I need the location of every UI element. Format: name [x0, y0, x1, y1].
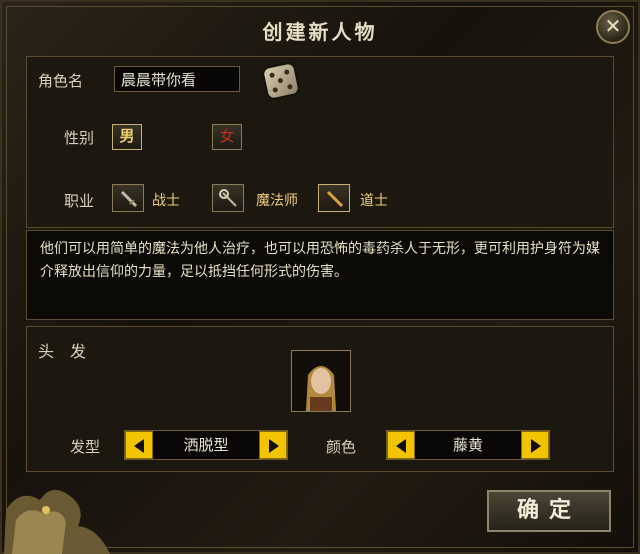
hair-color-selector: 藤黄 [386, 430, 550, 460]
dragon-ornament-icon [4, 489, 110, 554]
close-button[interactable]: ✕ [596, 10, 630, 44]
dialog-title: 创建新人物 [262, 20, 378, 44]
class-taoist-button[interactable] [318, 184, 350, 212]
hair-color-value: 藤黄 [452, 436, 483, 454]
hair-color-prev-arrow-icon[interactable] [387, 431, 415, 459]
class-label: 职业 [64, 192, 95, 210]
gender-label: 性别 [64, 129, 95, 147]
confirm-button[interactable]: 确定 [487, 490, 611, 532]
hairstyle-value: 洒脱型 [183, 436, 229, 454]
class-mage-label: 魔法师 [256, 193, 298, 209]
hair-section-label: 头 发 [38, 342, 87, 361]
class-taoist-label: 道士 [360, 193, 388, 209]
hair-color-next-arrow-icon[interactable] [521, 431, 549, 459]
character-portrait [291, 350, 351, 412]
taoist-sword-icon [326, 190, 344, 208]
gender-female-button[interactable]: 女 [212, 124, 242, 150]
hairstyle-prev-arrow-icon[interactable] [125, 431, 153, 459]
class-warrior-button[interactable] [112, 184, 144, 212]
character-name-input[interactable] [114, 66, 240, 92]
hairstyle-selector: 洒脱型 [124, 430, 288, 460]
random-name-dice-button[interactable] [263, 63, 299, 99]
hair-color-label: 颜色 [326, 438, 357, 456]
hairstyle-label: 发型 [70, 438, 101, 456]
sword-icon [120, 190, 138, 208]
name-label: 角色名 [38, 72, 84, 90]
hairstyle-next-arrow-icon[interactable] [259, 431, 287, 459]
gender-male-button[interactable]: 男 [112, 124, 142, 150]
close-icon: ✕ [604, 14, 622, 38]
staff-icon [219, 189, 237, 207]
class-description-text: 他们可以用简单的魔法为他人治疗，也可以用恐怖的毒药杀人于无形，更可利用护身符为媒… [40, 241, 600, 280]
portrait-image [292, 351, 350, 411]
class-mage-button[interactable] [212, 184, 244, 212]
class-warrior-label: 战士 [152, 193, 180, 209]
